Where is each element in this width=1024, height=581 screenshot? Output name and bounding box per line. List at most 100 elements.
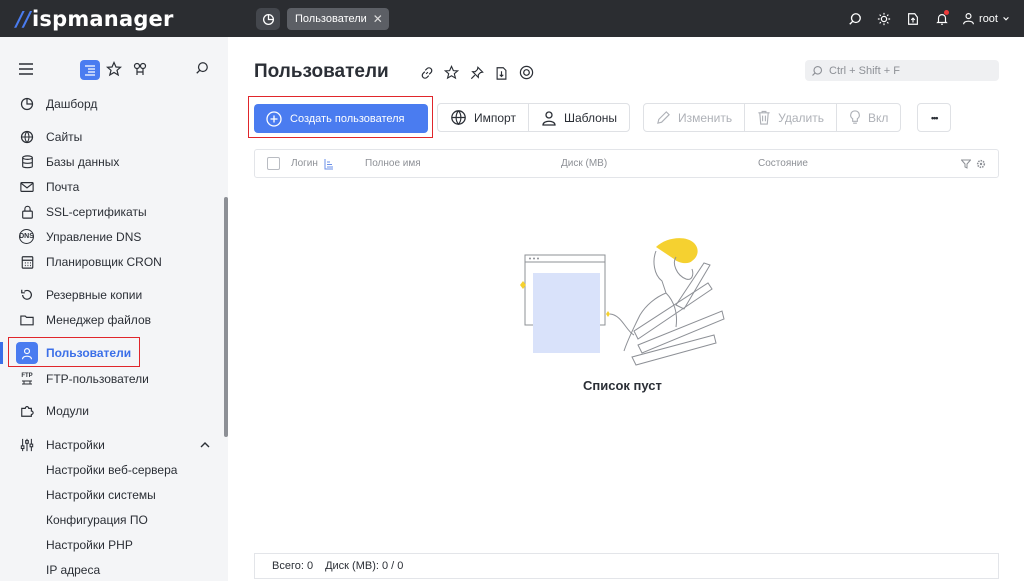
- sidebar-item-ssl[interactable]: SSL-сертификаты: [0, 200, 228, 224]
- empty-state-text: Список пуст: [583, 378, 662, 393]
- close-icon[interactable]: ✕: [373, 12, 383, 26]
- trash-icon: [758, 110, 770, 125]
- chevron-down-icon: [1003, 16, 1009, 21]
- search-icon: [848, 12, 861, 25]
- top-bar: // ispmanager Пользователи ✕ root: [0, 0, 1024, 37]
- star-icon[interactable]: [443, 64, 460, 81]
- more-actions-group: •••: [917, 103, 952, 132]
- globe-icon: [19, 129, 35, 145]
- delete-button[interactable]: Удалить: [745, 104, 837, 131]
- sidebar-item-label: Планировщик CRON: [46, 255, 162, 269]
- enable-label: Вкл: [867, 110, 889, 125]
- sidebar-item-sites[interactable]: Сайты: [0, 125, 228, 149]
- sidebar-item-webserver-settings[interactable]: Настройки веб-сервера: [0, 458, 228, 482]
- delete-label: Удалить: [778, 110, 824, 125]
- empty-list-illustration: [520, 238, 725, 366]
- tab-users[interactable]: Пользователи ✕: [287, 8, 389, 30]
- gear-icon[interactable]: [976, 159, 986, 169]
- dns-icon: DNS: [19, 229, 34, 244]
- backup-icon: [19, 287, 35, 303]
- column-status[interactable]: Состояние: [758, 158, 808, 169]
- search-icon: [812, 65, 823, 76]
- enable-button[interactable]: Вкл: [837, 104, 900, 131]
- templates-label: Шаблоны: [563, 110, 618, 125]
- highlight-create-button: [248, 96, 433, 138]
- dashboard-icon: [19, 96, 35, 112]
- sidebar-item-system-settings[interactable]: Настройки системы: [0, 483, 228, 507]
- sidebar-item-label: IP адреса: [46, 563, 101, 577]
- sidebar-item-dns[interactable]: DNS Управление DNS: [0, 225, 228, 249]
- sidebar-item-label: Настройки системы: [46, 488, 156, 502]
- logo-text: ispmanager: [32, 7, 174, 31]
- menu-list-button[interactable]: [80, 60, 100, 80]
- dns-badge: DNS: [19, 233, 34, 240]
- edit-label: Изменить: [678, 110, 733, 125]
- search-icon[interactable]: [195, 61, 209, 75]
- filter-icon[interactable]: [961, 159, 971, 169]
- help-icon[interactable]: [518, 64, 535, 81]
- notifications-button[interactable]: [927, 0, 956, 37]
- sidebar-item-settings[interactable]: Настройки: [0, 433, 228, 457]
- templates-button[interactable]: Шаблоны: [529, 104, 629, 131]
- star-icon[interactable]: [106, 61, 122, 77]
- sidebar-item-cron[interactable]: Планировщик CRON: [0, 250, 228, 274]
- search-button[interactable]: [840, 0, 869, 37]
- sort-icon[interactable]: [324, 158, 334, 170]
- sidebar-item-dashboard[interactable]: Дашборд: [0, 92, 228, 116]
- sidebar-item-ip-addresses[interactable]: IP адреса: [0, 558, 228, 581]
- sidebar-item-ftp[interactable]: FTP FTP-пользователи: [0, 367, 228, 391]
- sidebar-item-label: Управление DNS: [46, 230, 142, 244]
- table-footer: Всего: 0 Диск (MB): 0 / 0: [254, 553, 999, 579]
- sidebar-item-label: Резервные копии: [46, 288, 143, 302]
- sidebar-item-label: Дашборд: [46, 97, 98, 111]
- user-template-icon: [542, 110, 556, 126]
- upload-button[interactable]: [898, 0, 927, 37]
- ftp-icon: FTP: [19, 371, 35, 387]
- sidebar-item-files[interactable]: Менеджер файлов: [0, 308, 228, 332]
- footer-disk: Диск (MB): 0 / 0: [325, 560, 404, 572]
- theme-toggle-button[interactable]: [869, 0, 898, 37]
- table-header: Логин Полное имя Диск (MB) Состояние: [254, 149, 999, 178]
- sidebar-item-databases[interactable]: Базы данных: [0, 150, 228, 174]
- footer-total: Всего: 0: [272, 560, 314, 572]
- menu-icon[interactable]: [19, 63, 34, 75]
- edit-actions-group: Изменить Удалить Вкл: [643, 103, 902, 132]
- export-icon[interactable]: [493, 64, 510, 81]
- pin-icon[interactable]: [468, 64, 485, 81]
- column-login[interactable]: Логин: [291, 158, 318, 169]
- settings-icon: [19, 437, 35, 453]
- sidebar-item-backups[interactable]: Резервные копии: [0, 283, 228, 307]
- logo[interactable]: // ispmanager: [16, 7, 174, 31]
- folder-icon: [19, 312, 35, 328]
- edit-button[interactable]: Изменить: [644, 104, 746, 131]
- sidebar-item-label: Базы данных: [46, 155, 120, 169]
- dashboard-tab-button[interactable]: [256, 8, 280, 30]
- sidebar-item-software-config[interactable]: Конфигурация ПО: [0, 508, 228, 532]
- more-button[interactable]: •••: [918, 104, 950, 131]
- column-full-name[interactable]: Полное имя: [365, 158, 421, 169]
- pie-chart-icon: [262, 13, 274, 25]
- list-search[interactable]: [805, 60, 999, 81]
- list-icon: [85, 65, 95, 76]
- title-actions: [418, 64, 535, 81]
- mail-icon: [19, 179, 35, 195]
- sidebar-item-php-settings[interactable]: Настройки PHP: [0, 533, 228, 557]
- link-icon[interactable]: [418, 64, 435, 81]
- chevron-up-icon[interactable]: [200, 441, 210, 449]
- bookmarks-icon[interactable]: [132, 61, 148, 77]
- column-disk[interactable]: Диск (MB): [561, 158, 607, 169]
- sidebar-item-label: Настройки: [46, 438, 105, 452]
- lock-icon: [19, 204, 35, 220]
- search-input[interactable]: [829, 64, 989, 77]
- puzzle-icon: [19, 403, 35, 419]
- user-menu[interactable]: root: [962, 12, 1010, 25]
- sidebar-item-label: Сайты: [46, 130, 83, 144]
- import-button[interactable]: Импорт: [438, 104, 529, 131]
- sidebar-item-modules[interactable]: Модули: [0, 399, 228, 423]
- import-label: Импорт: [474, 110, 516, 125]
- logo-mark: //: [16, 7, 32, 31]
- upload-icon: [907, 12, 918, 25]
- sun-icon: [877, 12, 890, 25]
- sidebar-item-mail[interactable]: Почта: [0, 175, 228, 199]
- select-all-checkbox[interactable]: [267, 157, 280, 170]
